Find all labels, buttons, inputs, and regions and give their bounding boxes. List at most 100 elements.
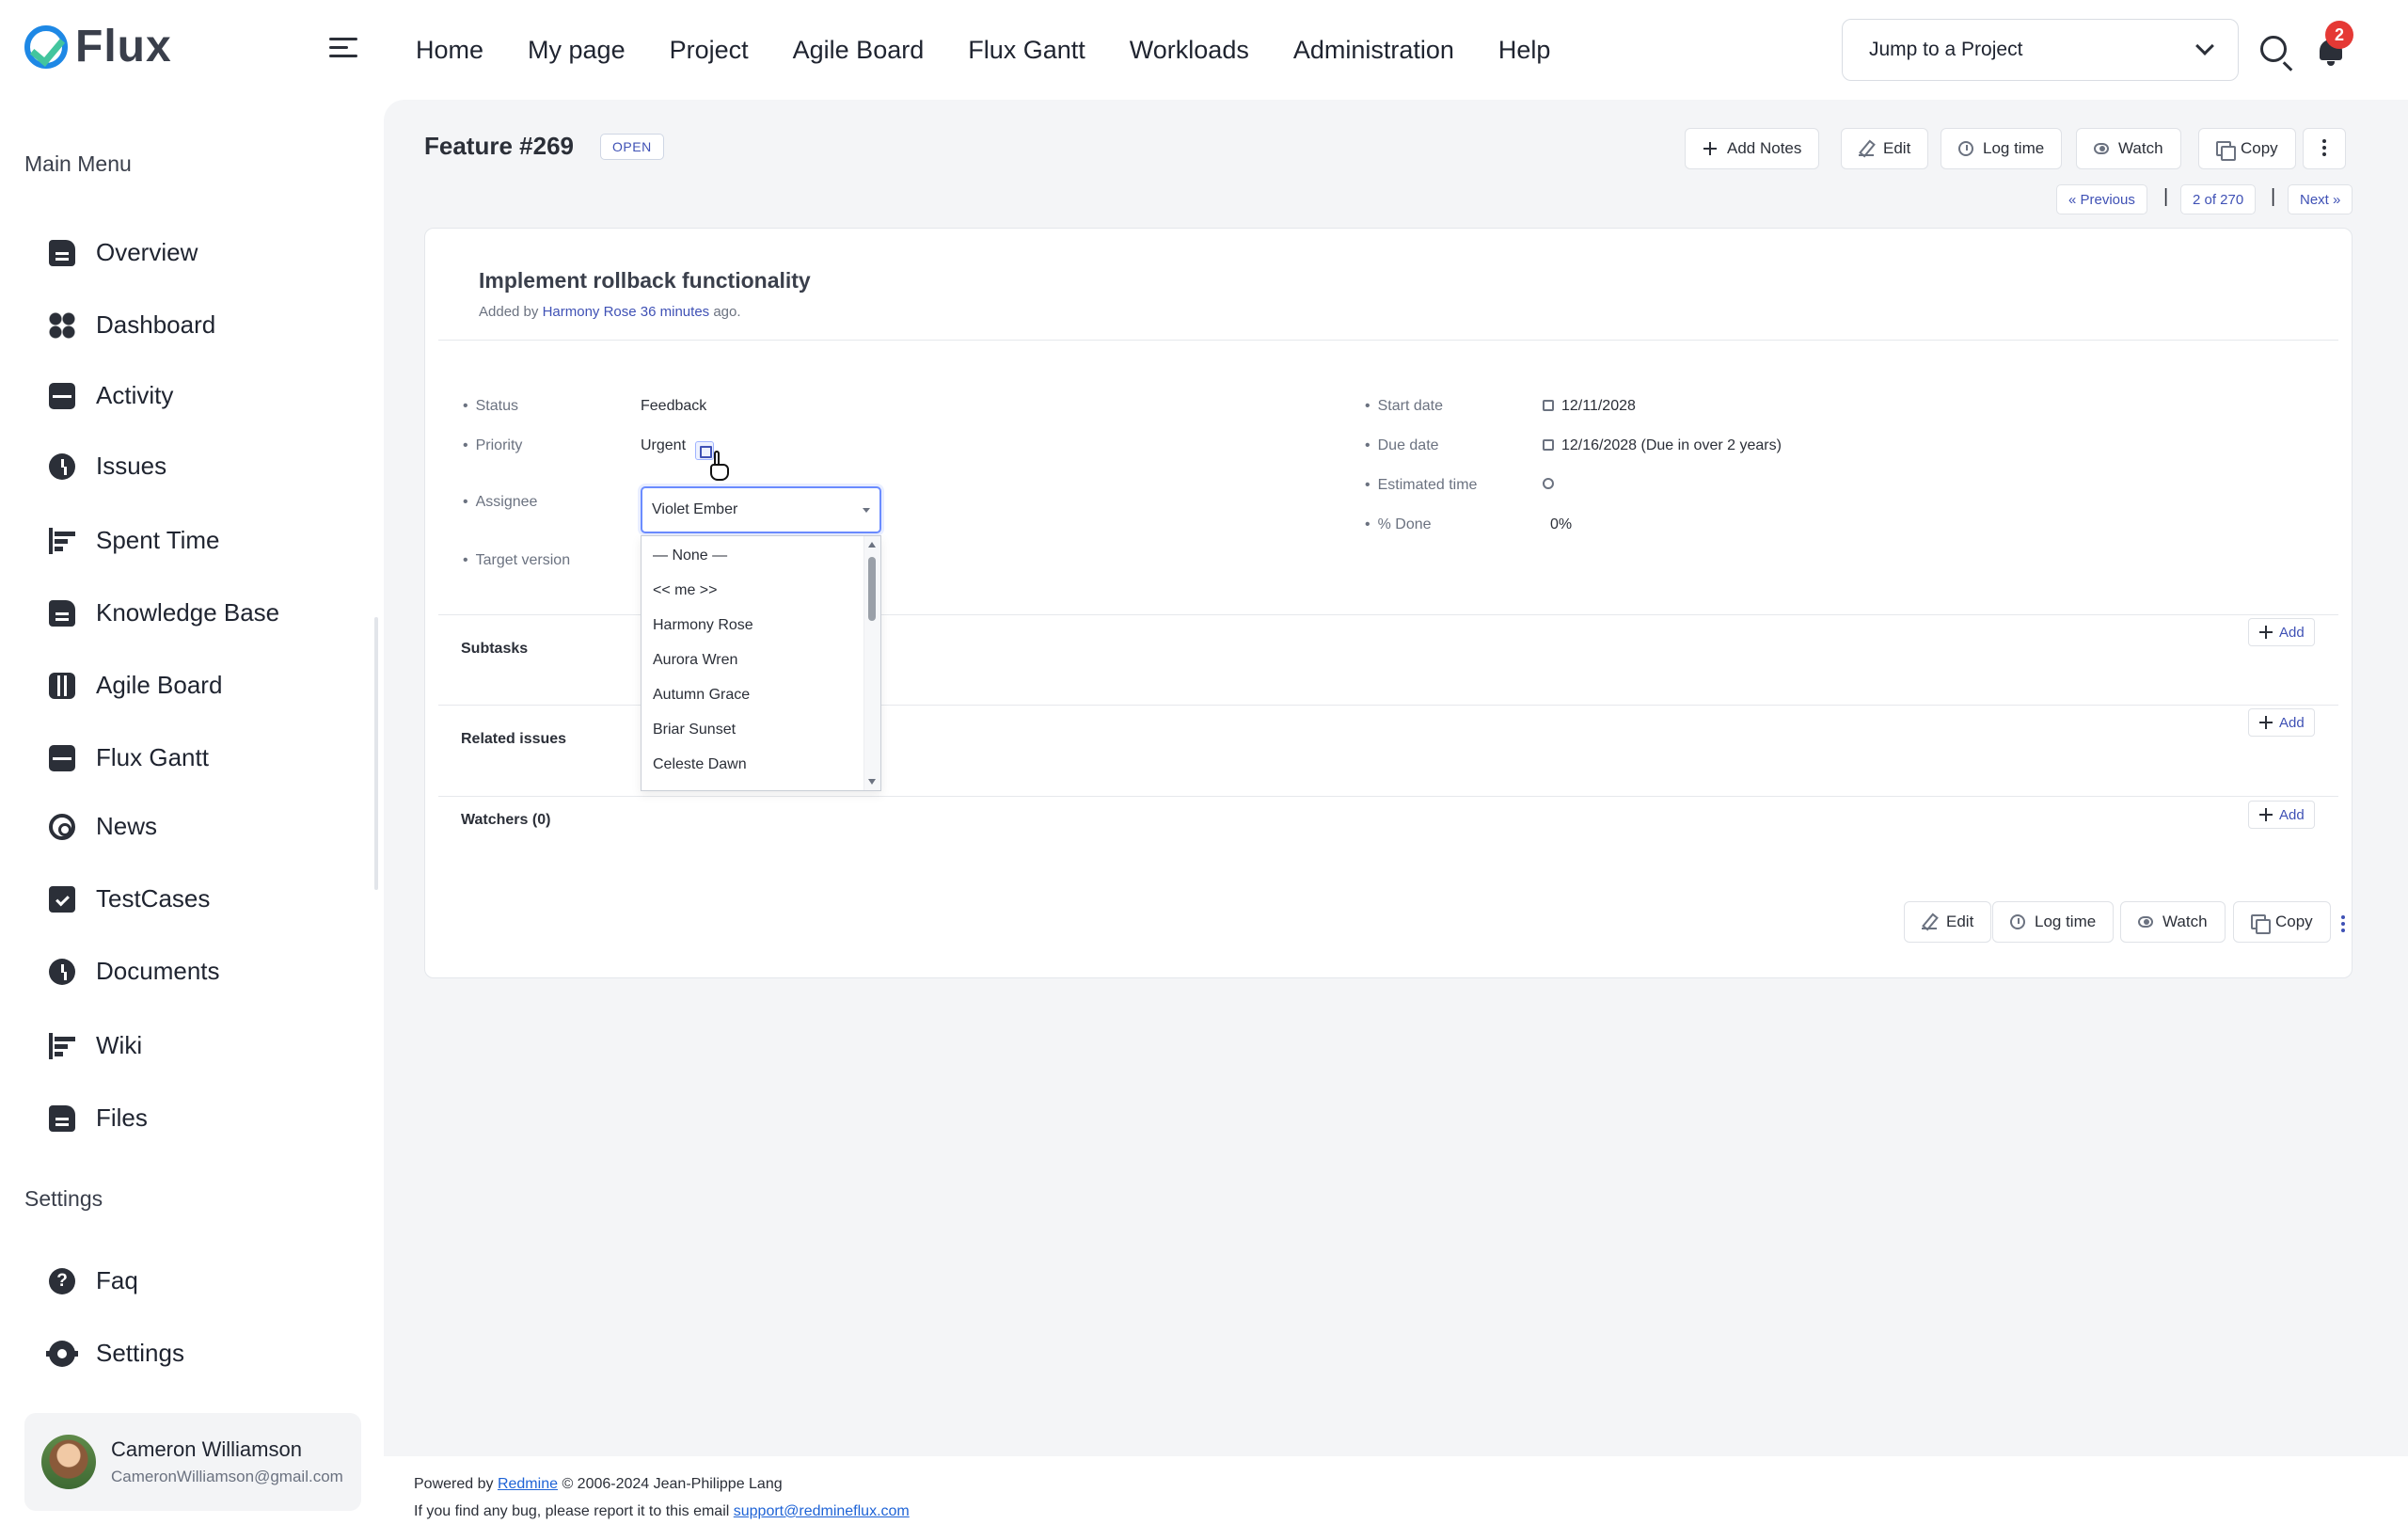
- add-watcher-button[interactable]: Add: [2248, 801, 2315, 829]
- log-time-button-bottom[interactable]: Log time: [1992, 901, 2115, 943]
- sidebar-item-documents[interactable]: Documents: [49, 957, 220, 986]
- sidebar-item-overview[interactable]: Overview: [49, 238, 198, 267]
- previous-issue-link[interactable]: « Previous: [2056, 184, 2147, 214]
- nav-agile-board[interactable]: Agile Board: [793, 36, 925, 65]
- board-icon: [49, 672, 75, 699]
- assignee-option[interactable]: << me >>: [642, 573, 880, 608]
- watch-button-bottom[interactable]: Watch: [2120, 901, 2226, 943]
- status-badge: OPEN: [600, 134, 664, 160]
- done-value: 0%: [1550, 516, 1573, 532]
- assignee-option[interactable]: Harmony Rose: [642, 608, 880, 643]
- nav-workloads[interactable]: Workloads: [1130, 36, 1249, 65]
- assignee-option[interactable]: Aurora Wren: [642, 643, 880, 677]
- assignee-option[interactable]: Celeste Dawn: [642, 747, 880, 782]
- clock-icon: [49, 452, 75, 480]
- author-link[interactable]: Harmony Rose: [543, 304, 637, 320]
- sidebar-item-files[interactable]: Files: [49, 1103, 148, 1133]
- nav-flux-gantt[interactable]: Flux Gantt: [968, 36, 1085, 65]
- scroll-down-arrow-icon[interactable]: [868, 779, 876, 785]
- sidebar-item-faq[interactable]: ? Faq: [49, 1266, 138, 1295]
- sidebar-item-news[interactable]: News: [49, 812, 157, 841]
- sidebar-item-label: Issues: [96, 452, 167, 480]
- redmine-link[interactable]: Redmine: [498, 1476, 558, 1492]
- sidebar-item-wiki[interactable]: Wiki: [49, 1031, 142, 1060]
- powered-by-line: Powered by Redmine © 2006-2024 Jean-Phil…: [414, 1476, 783, 1493]
- sidebar-item-settings[interactable]: Settings: [46, 1339, 184, 1368]
- sidebar-item-label: TestCases: [96, 884, 211, 913]
- nav-my-page[interactable]: My page: [528, 36, 626, 65]
- priority-value: Urgent: [641, 437, 687, 453]
- subtasks-label: Subtasks: [461, 641, 529, 657]
- status-label: Status: [463, 398, 518, 415]
- user-profile-card[interactable]: Cameron Williamson CameronWilliamson@gma…: [24, 1413, 361, 1511]
- dropdown-scroll-thumb[interactable]: [868, 557, 876, 621]
- support-email-link[interactable]: support@redmineflux.com: [734, 1503, 910, 1519]
- nav-administration[interactable]: Administration: [1293, 36, 1454, 65]
- scroll-up-arrow-icon[interactable]: [868, 542, 876, 548]
- copy-icon: [2251, 914, 2271, 934]
- sidebar-item-dashboard[interactable]: Dashboard: [49, 310, 215, 340]
- sidebar-item-issues[interactable]: Issues: [49, 452, 166, 481]
- copy-button-bottom[interactable]: Copy: [2233, 901, 2331, 943]
- dashboard-icon: [49, 311, 75, 339]
- jump-to-project-select[interactable]: Jump to a Project: [1842, 19, 2239, 81]
- sidebar-item-label: Wiki: [96, 1031, 143, 1059]
- sidebar-item-activity[interactable]: Activity: [49, 381, 173, 410]
- next-issue-link[interactable]: Next »: [2288, 184, 2353, 214]
- chevron-down-icon: [2195, 37, 2214, 56]
- assignee-select[interactable]: Violet Ember: [641, 486, 881, 533]
- nav-project[interactable]: Project: [670, 36, 749, 65]
- copy-button[interactable]: Copy: [2198, 128, 2296, 169]
- clock-icon: [1543, 478, 1554, 489]
- edit-button-bottom[interactable]: Edit: [1904, 901, 1992, 943]
- plus-icon: [1703, 141, 1718, 156]
- pencil-icon: [1859, 141, 1874, 156]
- start-date-label: Start date: [1365, 398, 1443, 415]
- assignee-dropdown[interactable]: — None — << me >> Harmony Rose Aurora Wr…: [641, 535, 881, 791]
- footer: Powered by Redmine © 2006-2024 Jean-Phil…: [384, 1456, 2408, 1540]
- added-by-prefix: Added by: [479, 304, 539, 320]
- calendar-icon: [1543, 400, 1554, 411]
- sidebar-scrollbar[interactable]: [374, 617, 378, 890]
- nav-home[interactable]: Home: [416, 36, 483, 65]
- flux-logo[interactable]: Flux: [24, 21, 172, 72]
- kebab-menu-icon[interactable]: [2341, 922, 2345, 926]
- start-date-value: 12/11/2028: [1543, 398, 1636, 415]
- assignee-option[interactable]: Briar Sunset: [642, 712, 880, 747]
- sidebar-item-label: Overview: [96, 238, 198, 266]
- due-date-value: 12/16/2028 (Due in over 2 years): [1543, 437, 1782, 454]
- log-time-button[interactable]: Log time: [1941, 128, 2063, 169]
- eye-icon: [2094, 143, 2109, 154]
- menu-collapse-icon[interactable]: [329, 38, 357, 60]
- bars-icon: [49, 1032, 75, 1059]
- add-notes-button[interactable]: Add Notes: [1685, 128, 1820, 169]
- assignee-option[interactable]: Autumn Grace: [642, 677, 880, 712]
- gear-icon: [46, 1340, 78, 1367]
- logo-check-icon: [24, 24, 68, 69]
- add-related-issue-button[interactable]: Add: [2248, 708, 2315, 737]
- due-date-text: 12/16/2028 (Due in over 2 years): [1561, 437, 1782, 453]
- user-email: CameronWilliamson@gmail.com: [111, 1468, 343, 1485]
- edit-label: Edit: [1883, 139, 1911, 157]
- main-content: Feature #269 OPEN Add Notes Edit Log tim…: [384, 100, 2408, 1456]
- sidebar-item-knowledge-base[interactable]: Knowledge Base: [49, 598, 279, 627]
- estimated-time-label: Estimated time: [1365, 477, 1478, 494]
- more-actions-button[interactable]: [2303, 128, 2346, 169]
- sidebar-item-label: Activity: [96, 381, 174, 409]
- watch-button[interactable]: Watch: [2076, 128, 2181, 169]
- sidebar-item-label: Files: [96, 1103, 148, 1132]
- watchers-label: Watchers (0): [461, 812, 551, 828]
- sidebar-item-agile-board[interactable]: Agile Board: [49, 671, 222, 700]
- nav-help[interactable]: Help: [1498, 36, 1551, 65]
- sidebar-item-testcases[interactable]: TestCases: [49, 884, 210, 913]
- added-by-suffix: ago.: [713, 304, 741, 320]
- added-by-line: Added by Harmony Rose 36 minutes ago.: [479, 304, 741, 320]
- search-icon[interactable]: [2260, 36, 2287, 62]
- sidebar-item-spent-time[interactable]: Spent Time: [49, 526, 220, 555]
- add-subtask-button[interactable]: Add: [2248, 618, 2315, 646]
- edit-button[interactable]: Edit: [1841, 128, 1929, 169]
- age-link[interactable]: 36 minutes: [641, 304, 709, 320]
- assignee-option[interactable]: — None —: [642, 538, 880, 573]
- sidebar-item-flux-gantt[interactable]: Flux Gantt: [49, 743, 209, 772]
- pager-separator: |: [2271, 186, 2276, 207]
